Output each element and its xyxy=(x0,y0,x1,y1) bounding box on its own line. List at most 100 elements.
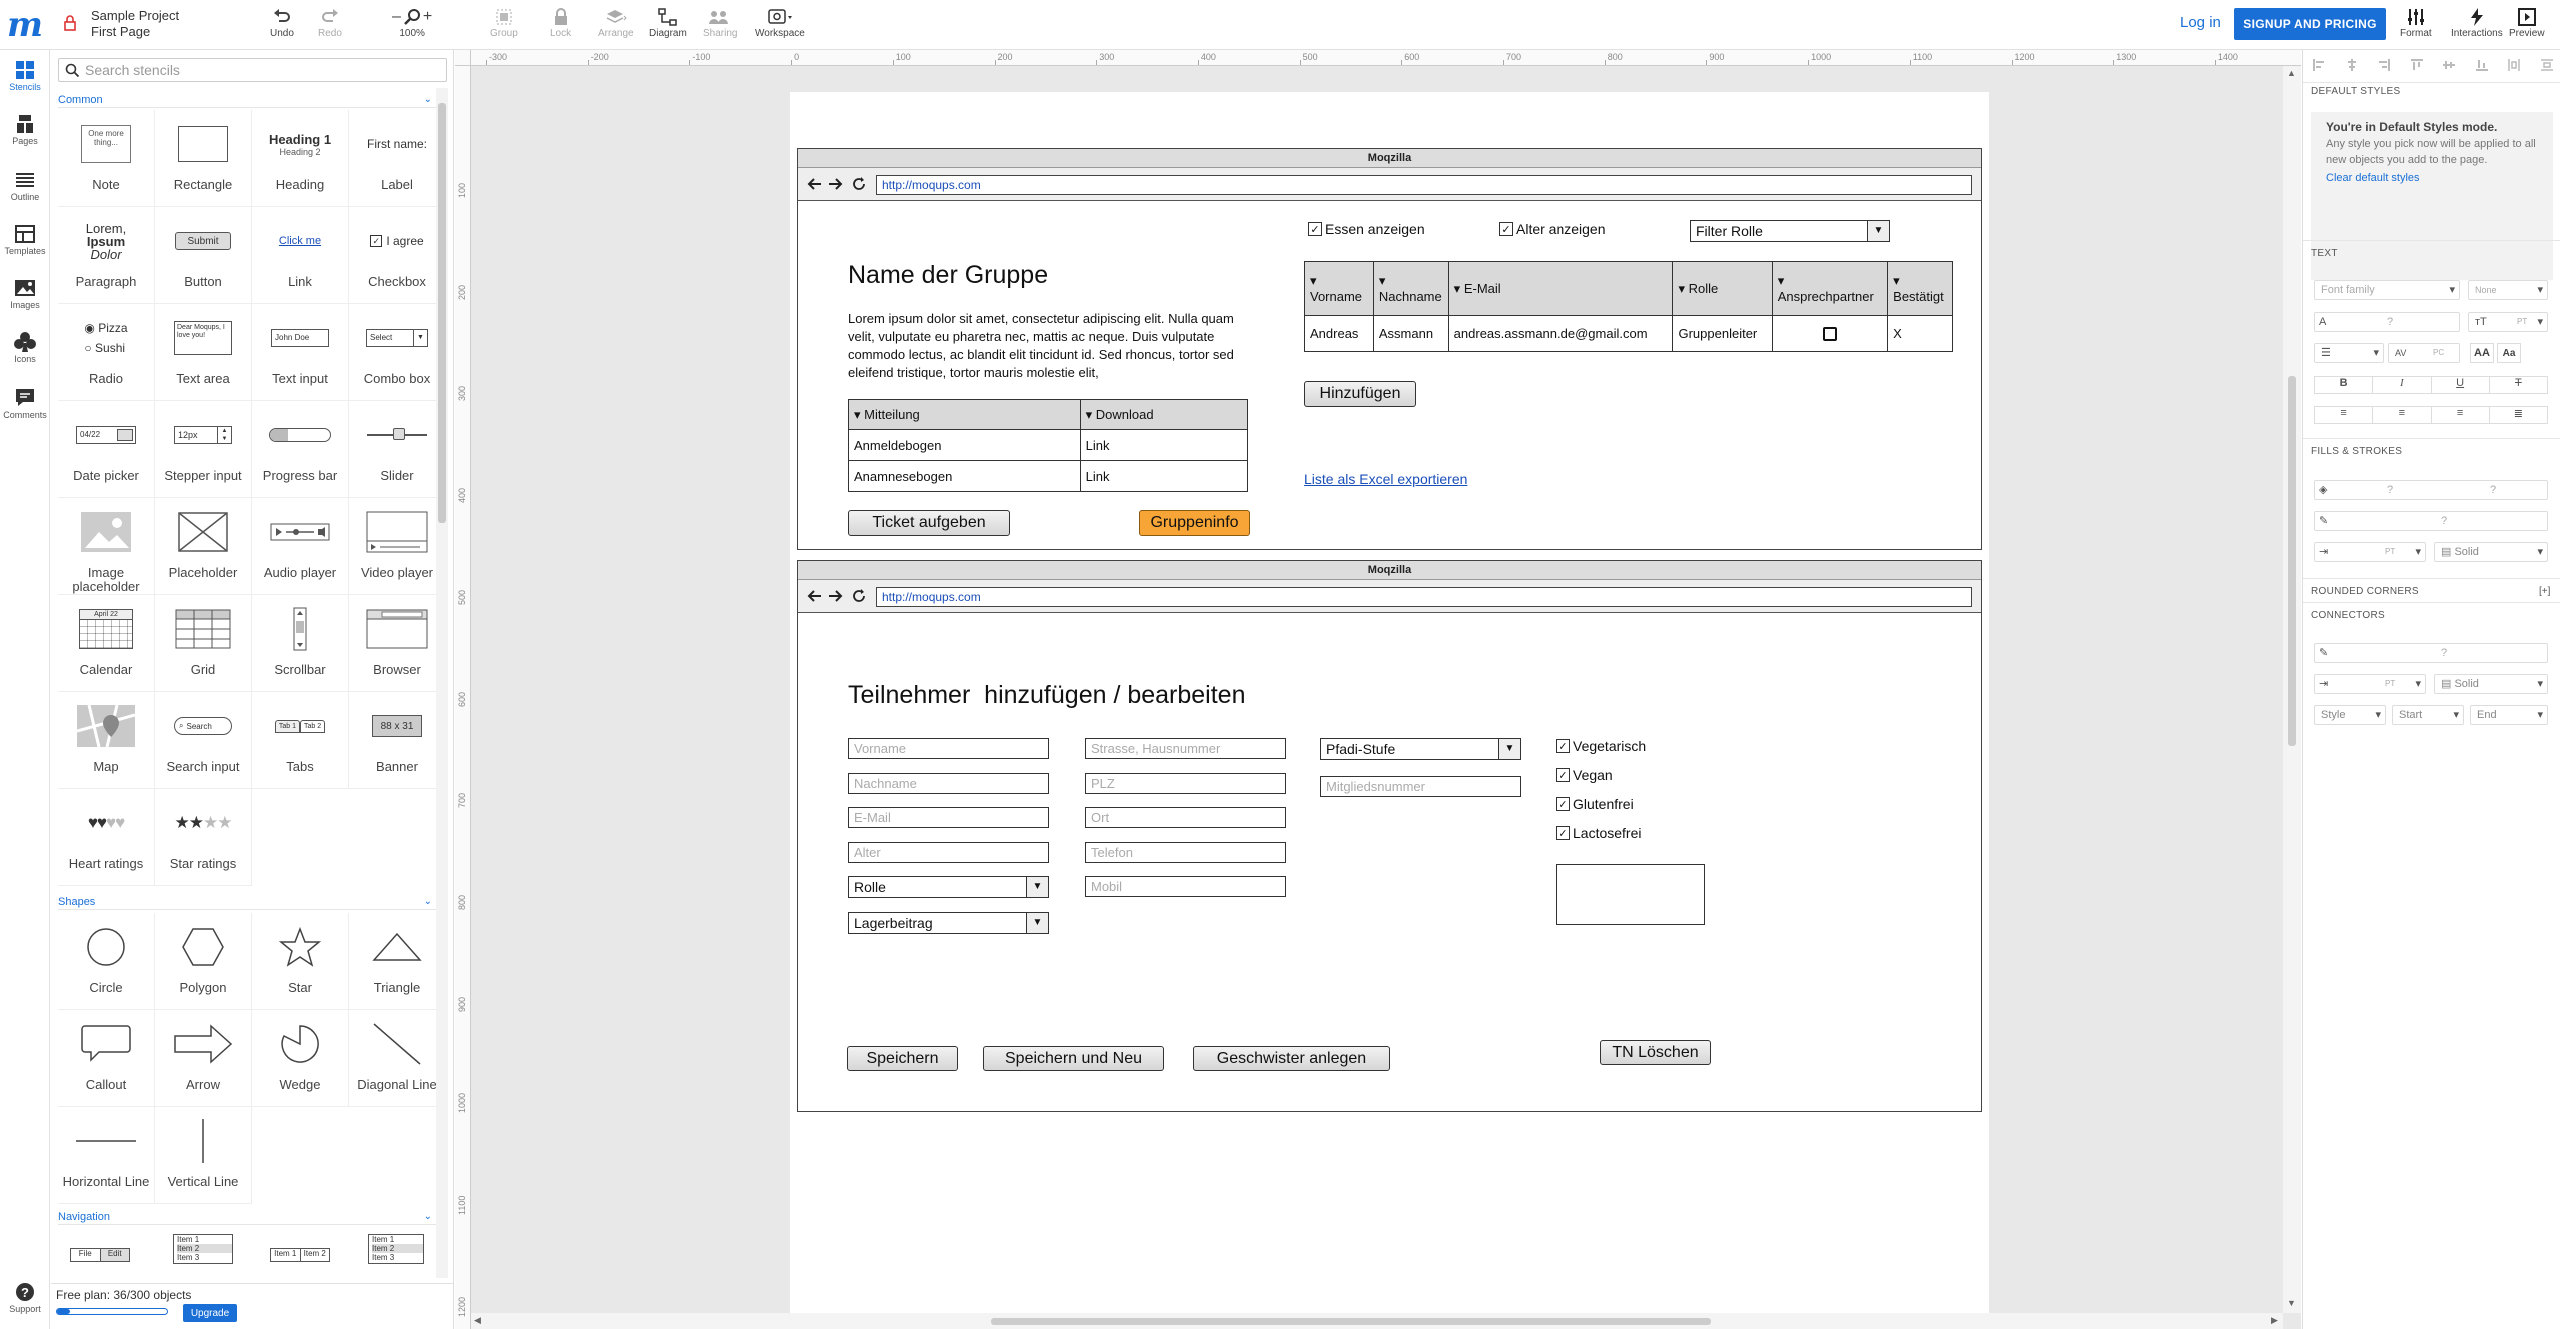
lactosefree-checkbox[interactable]: ✓ Lactosefrei xyxy=(1556,825,1641,841)
save-and-new-button[interactable]: Speichern und Neu xyxy=(983,1046,1164,1071)
stencil-date-picker[interactable]: 04/22 Date picker xyxy=(58,401,155,498)
zoom-control[interactable]: – + 100% xyxy=(392,6,432,39)
capitalize-button[interactable]: Aa xyxy=(2497,343,2521,363)
distribute-h-icon[interactable] xyxy=(2508,59,2521,71)
stencil-vertical-line[interactable]: Vertical Line xyxy=(155,1107,252,1204)
notes-textarea[interactable] xyxy=(1556,864,1705,925)
design-page[interactable]: Moqzilla http://moqups.com Name der Grup… xyxy=(790,92,1989,1329)
connector-start-select[interactable]: Start ▾ xyxy=(2392,705,2464,725)
zoom-in-icon[interactable]: + xyxy=(423,8,432,26)
rail-support[interactable]: ? Support xyxy=(0,1280,50,1314)
align-right-icon[interactable] xyxy=(2378,59,2391,71)
forward-arrow-icon[interactable] xyxy=(828,589,844,603)
show-food-checkbox[interactable]: ✓ Essen anzeigen xyxy=(1308,221,1425,237)
stencil-video-player[interactable]: Video player xyxy=(349,498,446,595)
canvas-area[interactable]: -300 -200 -100 0 100 200 300 400 500 600 700 800 900… xyxy=(455,50,2301,1329)
stencil-image-placeholder[interactable]: Image placeholder xyxy=(58,498,155,595)
stencil-browser[interactable]: Browser xyxy=(349,595,446,692)
stencil-diagonal-line[interactable]: Diagonal Line xyxy=(349,1010,446,1107)
stencil-combo-box[interactable]: Select ▼ Combo box xyxy=(349,304,446,401)
show-age-checkbox[interactable]: ✓ Alter anzeigen xyxy=(1499,221,1606,237)
stencil-heading[interactable]: Heading 1 Heading 2 Heading xyxy=(252,110,349,207)
browser-window-group[interactable]: Moqzilla http://moqups.com Name der Grup… xyxy=(797,148,1982,550)
font-weight-select[interactable]: None ▾ xyxy=(2468,280,2548,300)
stencil-grid[interactable]: Grid xyxy=(155,595,252,692)
docs-link[interactable]: Link xyxy=(1079,429,1249,461)
underline-button[interactable]: U xyxy=(2432,377,2490,393)
stencil-star[interactable]: Star xyxy=(252,913,349,1010)
text-align-left-icon[interactable]: ≡ xyxy=(2315,407,2374,423)
forward-arrow-icon[interactable] xyxy=(828,177,844,191)
stencil-rectangle[interactable]: Rectangle xyxy=(155,110,252,207)
stencil-text-area[interactable]: Dear Moqups, I love you! Text area xyxy=(155,304,252,401)
stencil-paragraph[interactable]: Lorem, Ipsum Dolor Paragraph xyxy=(58,207,155,304)
scout-level-select[interactable]: Pfadi-Stufe ▼ xyxy=(1320,738,1521,760)
clear-default-styles-link[interactable]: Clear default styles xyxy=(2326,172,2545,184)
phone-input[interactable]: Telefon xyxy=(1085,842,1286,863)
vegan-checkbox[interactable]: ✓ Vegan xyxy=(1556,767,1613,783)
scroll-left-icon[interactable]: ◀ xyxy=(474,1315,481,1326)
rail-stencils[interactable]: Stencils xyxy=(0,58,50,92)
reload-icon[interactable] xyxy=(852,177,866,191)
docs-header-download[interactable]: ▾ Download xyxy=(1079,399,1249,430)
strikethrough-button[interactable]: T xyxy=(2490,377,2547,393)
members-header-rolle[interactable]: ▾ Rolle xyxy=(1672,261,1773,316)
login-link[interactable]: Log in xyxy=(2180,14,2221,31)
stencil-note[interactable]: One more thing... Note xyxy=(58,110,155,207)
stencil-banner[interactable]: 88 x 31 Banner xyxy=(349,692,446,789)
letter-spacing-field[interactable]: AV PC xyxy=(2388,343,2460,363)
connector-style-select[interactable]: ▤ Solid ▾ xyxy=(2434,674,2548,694)
members-header-ansprechpartner[interactable]: ▾ Ansprechpartner xyxy=(1771,261,1889,316)
stencil-stepper-input[interactable]: 12px ▲ ▼ Stepper input xyxy=(155,401,252,498)
section-shapes[interactable]: Shapes ⌄ xyxy=(58,896,438,910)
stencil-calendar[interactable]: April 22 Calendar xyxy=(58,595,155,692)
stencil-checkbox[interactable]: ✓ I agree Checkbox xyxy=(349,207,446,304)
stencil-scrollbar[interactable] xyxy=(436,88,448,1278)
browser-window-edit[interactable]: Moqzilla http://moqups.com Teilnehmer hi… xyxy=(797,560,1982,1112)
sharing-button[interactable]: Sharing xyxy=(703,6,737,39)
project-title[interactable]: Sample Project First Page xyxy=(91,8,179,40)
camp-fee-select[interactable]: Lagerbeitrag ▼ xyxy=(848,912,1049,934)
member-number-input[interactable]: Mitgliedsnummer xyxy=(1320,776,1521,797)
rail-icons[interactable]: Icons xyxy=(0,330,50,364)
stencil-circle[interactable]: Circle xyxy=(58,913,155,1010)
section-navigation[interactable]: Navigation ⌄ xyxy=(58,1211,438,1225)
format-button[interactable]: Format xyxy=(2400,6,2432,39)
list-style-select[interactable]: ☰ ▾ xyxy=(2314,343,2384,363)
add-member-button[interactable]: Hinzufügen xyxy=(1304,381,1416,407)
scroll-right-icon[interactable]: ▶ xyxy=(2271,1315,2278,1326)
docs-header-message[interactable]: ▾ Mitteilung xyxy=(848,399,1081,430)
diagram-button[interactable]: Diagram xyxy=(649,6,687,39)
stencil-search-input[interactable]: ⌕ Search Search input xyxy=(155,692,252,789)
align-center-icon[interactable] xyxy=(2346,59,2358,71)
stencil-map[interactable]: Map xyxy=(58,692,155,789)
stencil-search-input[interactable]: Search stencils xyxy=(58,58,447,82)
browser-url-field[interactable]: http://moqups.com xyxy=(876,587,1972,607)
stencil-triangle[interactable]: Triangle xyxy=(349,913,446,1010)
align-bottom-icon[interactable] xyxy=(2475,59,2488,71)
zoom-out-icon[interactable]: – xyxy=(392,8,401,26)
stencil-callout[interactable]: Callout xyxy=(58,1010,155,1107)
canvas-horizontal-scrollbar[interactable]: ◀ ▶ xyxy=(471,1313,2283,1329)
stencil-slider[interactable]: Slider xyxy=(349,401,446,498)
connector-end-select[interactable]: End ▾ xyxy=(2470,705,2548,725)
rounded-corners-heading[interactable]: ROUNDED CORNERS xyxy=(2311,586,2419,597)
add-sibling-button[interactable]: Geschwister anlegen xyxy=(1193,1046,1390,1071)
stencil-tabs[interactable]: Tab 1 Tab 2 Tabs xyxy=(252,692,349,789)
stencil-scrollbar[interactable]: Scrollbar xyxy=(252,595,349,692)
mobile-input[interactable]: Mobil xyxy=(1085,876,1286,897)
upgrade-button[interactable]: Upgrade xyxy=(183,1304,237,1322)
rail-templates[interactable]: Templates xyxy=(0,222,50,256)
distribute-v-icon[interactable] xyxy=(2540,59,2553,71)
workspace-button[interactable]: Workspace xyxy=(755,6,805,39)
redo-button[interactable]: Redo xyxy=(318,6,342,39)
stroke-width-field[interactable]: ⇥ PT ▾ xyxy=(2314,542,2426,562)
stroke-style-select[interactable]: ▤ Solid ▾ xyxy=(2434,542,2548,562)
export-excel-link[interactable]: Liste als Excel exportieren xyxy=(1304,471,1467,487)
canvas-horizontal-scrollbar-thumb[interactable] xyxy=(991,1318,1711,1325)
members-header-nachname[interactable]: ▾ Nachname xyxy=(1372,261,1449,316)
members-header-e-mail[interactable]: ▾ E-Mail xyxy=(1447,261,1674,316)
bold-button[interactable]: B xyxy=(2315,377,2374,393)
role-filter-select[interactable]: Filter Rolle ▼ xyxy=(1690,220,1890,242)
email-input[interactable]: E-Mail xyxy=(848,807,1049,828)
